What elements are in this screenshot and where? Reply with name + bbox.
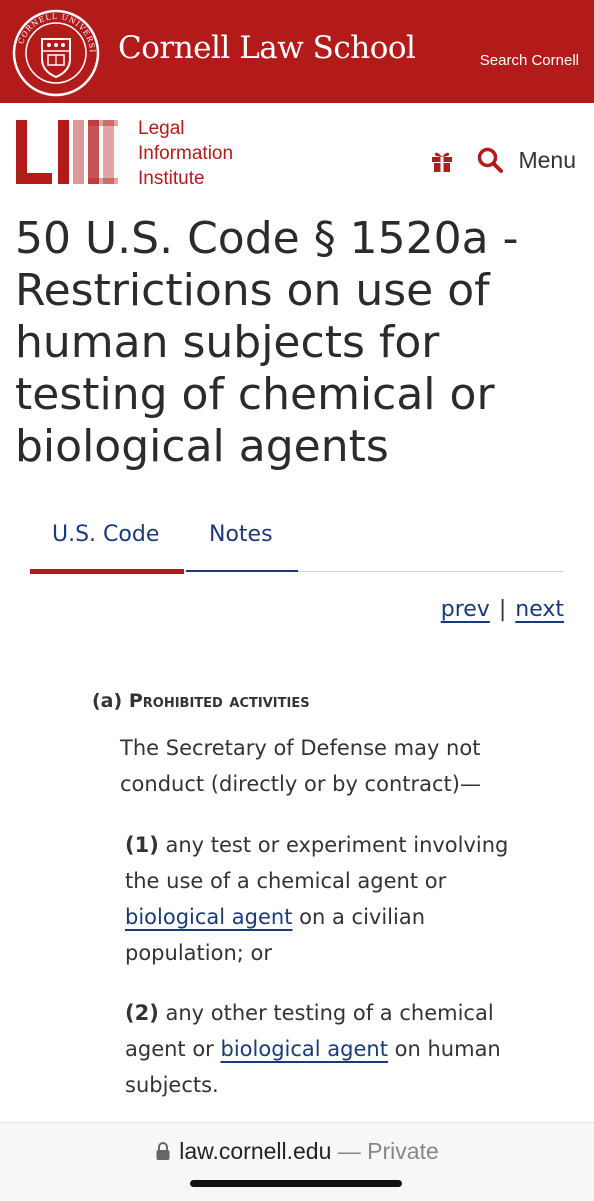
paragraph-2-marker: (2) — [125, 1001, 159, 1025]
browser-address-bar[interactable]: law.cornell.edu — Private — [0, 1122, 594, 1201]
cornell-seal-logo[interactable]: CORNELL UNIVERSITY FOUNDED A.D. 1865 — [12, 9, 100, 97]
tab-bar: U.S. Code Notes — [30, 516, 564, 574]
next-link[interactable]: next — [515, 597, 564, 622]
tab-us-code[interactable]: U.S. Code — [52, 522, 159, 547]
pager: prev | next — [441, 597, 564, 622]
paragraph-1: (1) any test or experiment involving the… — [125, 827, 545, 971]
url-display[interactable]: law.cornell.edu — Private — [0, 1138, 594, 1165]
seal-text: CORNELL UNIVERSITY FOUNDED A.D. 1865 — [12, 9, 96, 54]
section-a-intro: The Secretary of Defense may not conduct… — [120, 736, 481, 796]
biological-agent-link-2[interactable]: biological agent — [221, 1037, 388, 1061]
active-tab-indicator — [30, 569, 184, 574]
lii-name-line-3: Institute — [138, 168, 205, 189]
svg-text:CORNELL UNIVERSITY FOUNDED A.D: CORNELL UNIVERSITY FOUNDED A.D. 1865 — [12, 9, 97, 54]
biological-agent-link-1[interactable]: biological agent — [125, 905, 292, 929]
home-indicator[interactable] — [190, 1180, 402, 1187]
search-cornell-link[interactable]: Search Cornell — [480, 52, 579, 69]
paragraph-1-marker: (1) — [125, 833, 159, 857]
lii-name-line-2: Information — [138, 143, 234, 164]
lock-icon — [156, 1142, 170, 1160]
header-actions: Menu — [428, 142, 576, 178]
url-host: law.cornell.edu — [179, 1138, 332, 1164]
paragraph-2: (2) any other testing of a chemical agen… — [125, 995, 545, 1103]
menu-button[interactable]: Menu — [518, 147, 576, 174]
tab-notes-underline — [186, 570, 298, 572]
section-a-title: Prohibited activities — [128, 690, 310, 712]
lii-name[interactable]: Legal Information Institute — [138, 116, 233, 191]
prev-link[interactable]: prev — [441, 597, 490, 622]
cornell-header: CORNELL UNIVERSITY FOUNDED A.D. 1865 Cor… — [0, 0, 594, 103]
cornell-law-school-title[interactable]: Cornell Law School — [118, 30, 416, 66]
section-a-marker: (a) — [92, 690, 123, 712]
page-title: 50 U.S. Code § 1520a - Restrictions on u… — [15, 213, 519, 472]
gift-icon[interactable] — [428, 146, 456, 174]
section-a-heading: (a) Prohibited activities — [92, 690, 310, 712]
lii-logo[interactable] — [14, 118, 124, 186]
lii-name-line-1: Legal — [138, 118, 185, 139]
url-private-label: — Private — [337, 1138, 439, 1164]
pager-separator: | — [498, 597, 507, 622]
search-icon[interactable] — [476, 146, 504, 174]
paragraph-1-text-before: any test or experiment involving the use… — [125, 833, 509, 893]
tab-notes[interactable]: Notes — [209, 522, 273, 547]
